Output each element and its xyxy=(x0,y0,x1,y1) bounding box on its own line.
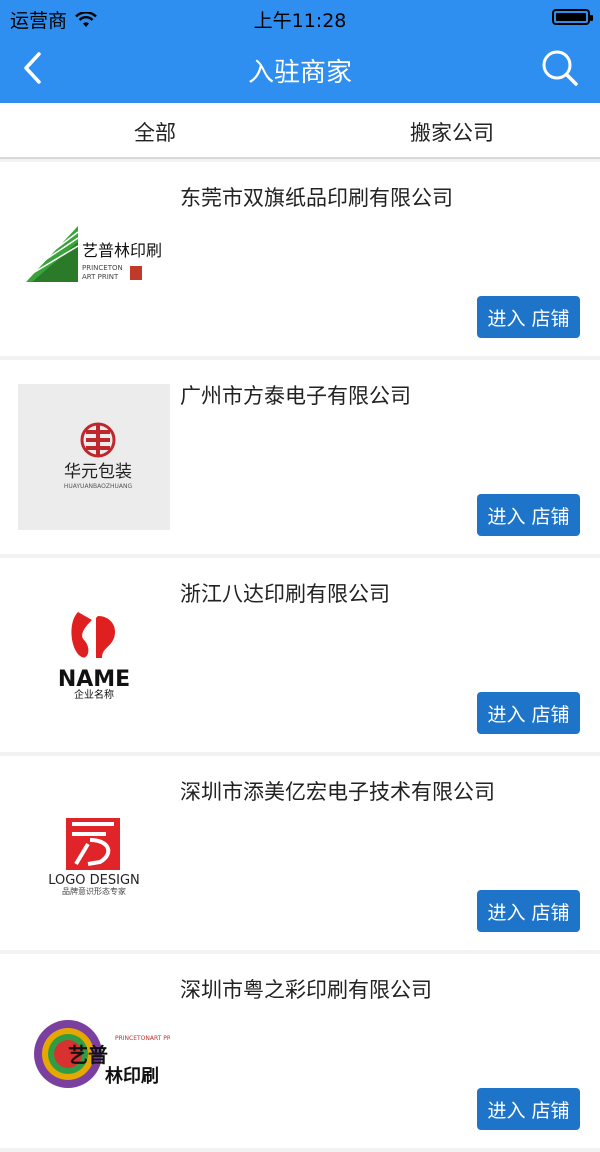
enter-store-button[interactable]: 进入 店铺 xyxy=(477,296,580,338)
enter-store-button[interactable]: 进入 店铺 xyxy=(477,1088,580,1130)
merchant-logo-image: 艺普林印刷 PRINCETON ART PRINT xyxy=(26,226,162,282)
svg-text:企业名称: 企业名称 xyxy=(74,688,114,701)
merchant-name: 深圳市粤之彩印刷有限公司 xyxy=(180,978,432,1002)
svg-text:华元包装: 华元包装 xyxy=(64,462,132,482)
merchant-name: 深圳市添美亿宏电子技术有限公司 xyxy=(180,780,495,804)
svg-text:HUAYUANBAOZHUANG: HUAYUANBAOZHUANG xyxy=(64,483,133,490)
merchant-name: 浙江八达印刷有限公司 xyxy=(180,582,390,606)
svg-text:LOGO DESIGN: LOGO DESIGN xyxy=(48,873,140,888)
search-button[interactable] xyxy=(538,46,582,90)
svg-text:艺普林印刷: 艺普林印刷 xyxy=(82,241,162,260)
merchant-logo: LOGO DESIGN 品牌意识形态专家 xyxy=(18,780,170,926)
svg-text:艺普: 艺普 xyxy=(68,1043,108,1067)
page-title: 入驻商家 xyxy=(247,58,352,88)
svg-text:ART PRINT: ART PRINT xyxy=(82,273,119,281)
svg-text:NAME: NAME xyxy=(58,667,130,692)
merchant-card[interactable]: 艺普 林印刷 PRINCETONART PRINT 深圳市粤之彩印刷有限公司 进… xyxy=(0,954,600,1148)
merchant-logo-image: 艺普 林印刷 PRINCETONART PRINT xyxy=(34,1020,170,1088)
merchant-card[interactable]: LOGO DESIGN 品牌意识形态专家 深圳市添美亿宏电子技术有限公司 进入 … xyxy=(0,756,600,950)
merchant-card[interactable]: NAME 企业名称 浙江八达印刷有限公司 进入 店铺 xyxy=(0,558,600,752)
svg-text:PRINCETONART PRINT: PRINCETONART PRINT xyxy=(115,1035,170,1042)
merchant-card[interactable]: 艺普林印刷 PRINCETON ART PRINT 东莞市双旗纸品印刷有限公司 … xyxy=(0,162,600,356)
merchant-logo-image: NAME 企业名称 xyxy=(58,612,130,701)
svg-text:林印刷: 林印刷 xyxy=(105,1065,159,1087)
status-bar: 运营商 上午11:28 xyxy=(0,0,600,34)
status-time: 上午11:28 xyxy=(253,10,347,32)
svg-text:品牌意识形态专家: 品牌意识形态专家 xyxy=(62,886,126,896)
enter-store-button[interactable]: 进入 店铺 xyxy=(477,692,580,734)
enter-store-button[interactable]: 进入 店铺 xyxy=(477,890,580,932)
merchant-name: 广州市方泰电子有限公司 xyxy=(180,384,411,408)
merchant-list: 艺普林印刷 PRINCETON ART PRINT 东莞市双旗纸品印刷有限公司 … xyxy=(0,162,600,1152)
merchant-logo-image: LOGO DESIGN 品牌意识形态专家 xyxy=(48,818,140,896)
search-icon xyxy=(542,50,578,86)
tab-all[interactable]: 全部 xyxy=(134,117,176,147)
tab-moving-company[interactable]: 搬家公司 xyxy=(410,117,494,147)
merchant-name: 东莞市双旗纸品印刷有限公司 xyxy=(180,186,453,210)
enter-store-button[interactable]: 进入 店铺 xyxy=(477,494,580,536)
merchant-logo: NAME 企业名称 xyxy=(18,582,170,728)
tab-bar: 全部 搬家公司 xyxy=(0,103,600,159)
merchant-card[interactable]: 华元包装 HUAYUANBAOZHUANG 广州市方泰电子有限公司 进入 店铺 xyxy=(0,360,600,554)
nav-bar: 入驻商家 xyxy=(0,34,600,103)
merchant-logo: 艺普林印刷 PRINCETON ART PRINT xyxy=(18,186,170,332)
battery-icon xyxy=(552,9,593,25)
merchant-logo: 华元包装 HUAYUANBAOZHUANG xyxy=(18,384,170,530)
merchant-logo-image: 华元包装 HUAYUANBAOZHUANG xyxy=(64,422,133,490)
svg-text:PRINCETON: PRINCETON xyxy=(82,264,123,272)
merchant-logo: 艺普 林印刷 PRINCETONART PRINT xyxy=(18,978,170,1124)
